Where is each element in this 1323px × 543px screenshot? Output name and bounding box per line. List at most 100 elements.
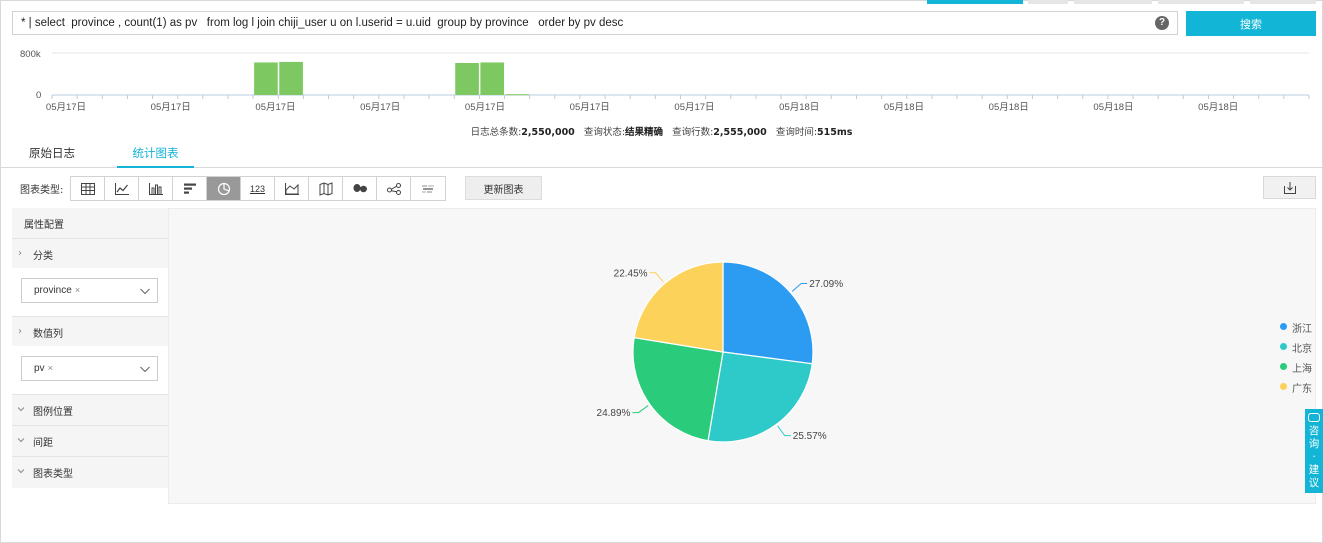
chart-type-column[interactable] <box>139 177 173 200</box>
top-tab[interactable] <box>1074 0 1152 4</box>
value-select-wrapper: pv × <box>12 346 168 394</box>
spacing-label: 间距 <box>33 438 53 449</box>
config-section-value[interactable]: › 数值列 <box>12 316 168 347</box>
category-select-wrapper: province × <box>12 268 168 316</box>
histogram-bar[interactable] <box>279 61 303 95</box>
chevron-down-icon <box>17 407 25 412</box>
consult-feedback-button[interactable]: 咨 询 · 建 议 <box>1305 409 1323 493</box>
histogram-x-label: 05月17日 <box>151 102 191 113</box>
histogram-bar[interactable] <box>254 62 278 95</box>
legend-position-label: 图例位置 <box>33 407 73 418</box>
rows-value: 2,555,000 <box>713 127 767 138</box>
consult-char: 咨 <box>1308 425 1320 437</box>
config-section-spacing[interactable]: 间距 <box>12 425 168 456</box>
category-select[interactable]: province × <box>21 278 158 303</box>
chevron-down-icon <box>17 438 25 443</box>
consult-char: 建 <box>1308 464 1320 476</box>
config-section-legend-position[interactable]: 图例位置 <box>12 394 168 425</box>
total-count-value: 2,550,000 <box>521 127 575 138</box>
histogram-x-label: 05月18日 <box>884 102 924 113</box>
result-tabs: 原始日志 统计图表 <box>0 140 1323 168</box>
rows-label: 查询行数: <box>672 127 714 138</box>
status-value: 结果精确 <box>625 127 664 138</box>
chevron-right-icon: › <box>18 326 22 337</box>
config-section-chart-type[interactable]: 图表类型 <box>12 456 168 487</box>
column-chart-icon <box>148 182 163 195</box>
legend-label: 上海 <box>1292 364 1312 375</box>
top-tab-active[interactable] <box>927 0 1023 4</box>
chart-type-label: 图表类型: <box>20 185 64 196</box>
query-input[interactable]: * | select province , count(1) as pv fro… <box>12 11 1178 35</box>
query-summary: 日志总条数:2,550,000 查询状态:结果精确 查询行数:2,555,000… <box>0 124 1323 138</box>
flow-chart-icon <box>386 182 401 195</box>
pie-chart-icon <box>217 182 230 195</box>
histogram-bar[interactable] <box>455 62 479 95</box>
chart-type-table[interactable] <box>71 177 105 200</box>
consult-char: 询 <box>1308 438 1320 450</box>
chevron-down-icon <box>140 288 150 295</box>
line-chart-icon <box>114 182 129 195</box>
histogram-x-label: 05月18日 <box>1198 102 1238 113</box>
legend-swatch <box>1280 383 1287 390</box>
histogram-x-label: 05月17日 <box>674 102 714 113</box>
chart-type-pie[interactable] <box>207 177 241 200</box>
category-label: 分类 <box>33 251 53 262</box>
bar-chart-icon <box>183 183 196 194</box>
chart-type-number[interactable]: 123 <box>241 177 275 200</box>
top-tab[interactable] <box>1250 0 1316 4</box>
time-label: 查询时间: <box>775 127 818 138</box>
value-tag: pv × <box>34 363 53 374</box>
chat-bubble-icon <box>1308 413 1320 422</box>
config-section-category[interactable]: › 分类 <box>12 238 168 269</box>
chevron-down-icon <box>17 469 25 474</box>
chart-type-word-cloud[interactable] <box>411 177 445 200</box>
chevron-down-icon <box>140 366 150 373</box>
tab-statistics-chart[interactable]: 统计图表 <box>117 145 194 168</box>
table-icon <box>80 182 95 195</box>
number-icon: 123 <box>249 183 266 194</box>
top-tab[interactable] <box>1158 0 1244 4</box>
category-tag: province × <box>34 285 80 296</box>
chart-type-flow[interactable] <box>377 177 411 200</box>
chart-type-area[interactable] <box>275 177 309 200</box>
query-text: * | select province , count(1) as pv fro… <box>21 17 624 29</box>
download-icon <box>1283 181 1296 194</box>
chart-type-map[interactable] <box>309 177 343 200</box>
help-icon[interactable]: ? <box>1155 16 1169 30</box>
histogram-x-label: 05月17日 <box>46 102 86 113</box>
tag-remove-icon[interactable]: × <box>75 285 80 295</box>
config-panel-title: 属性配置 <box>24 220 64 231</box>
area-chart-icon <box>284 182 299 195</box>
chart-type-selector: 123 <box>70 176 446 201</box>
legend-label: 北京 <box>1292 344 1312 355</box>
legend-label: 浙江 <box>1292 324 1312 335</box>
download-button[interactable] <box>1263 176 1316 199</box>
tag-remove-icon[interactable]: × <box>48 363 53 373</box>
time-value: 515ms <box>817 127 853 138</box>
histogram-x-label: 05月18日 <box>779 102 819 113</box>
map-icon <box>319 181 332 196</box>
top-tab[interactable] <box>1028 0 1068 4</box>
legend-swatch <box>1280 363 1287 370</box>
histogram-bar[interactable] <box>505 94 530 96</box>
legend-swatch <box>1280 343 1287 350</box>
histogram-x-label: 05月17日 <box>570 102 610 113</box>
chart-type-world-map[interactable] <box>343 177 377 200</box>
chart-type-line[interactable] <box>105 177 139 200</box>
value-tag-text: pv <box>34 363 45 374</box>
search-button[interactable]: 搜索 <box>1186 11 1316 36</box>
chart-type-config-label: 图表类型 <box>33 469 73 480</box>
chevron-right-icon: › <box>18 248 22 259</box>
histogram-x-label: 05月17日 <box>255 102 295 113</box>
update-chart-button[interactable]: 更新图表 <box>465 176 542 200</box>
histogram-x-label: 05月17日 <box>360 102 400 113</box>
histogram-bar[interactable] <box>480 62 505 95</box>
legend-label: 广东 <box>1292 384 1312 395</box>
value-column-select[interactable]: pv × <box>21 356 158 381</box>
legend-swatch <box>1280 323 1287 330</box>
chart-type-bar[interactable] <box>173 177 207 200</box>
tab-raw-logs[interactable]: 原始日志 <box>28 145 76 166</box>
histogram-plot[interactable]: 05月17日 05月17日 05月17日 05月17日 05月17日 05月17日 05月1… <box>0 40 1323 120</box>
world-map-icon <box>353 183 367 192</box>
histogram-x-label: 05月17日 <box>465 102 505 113</box>
